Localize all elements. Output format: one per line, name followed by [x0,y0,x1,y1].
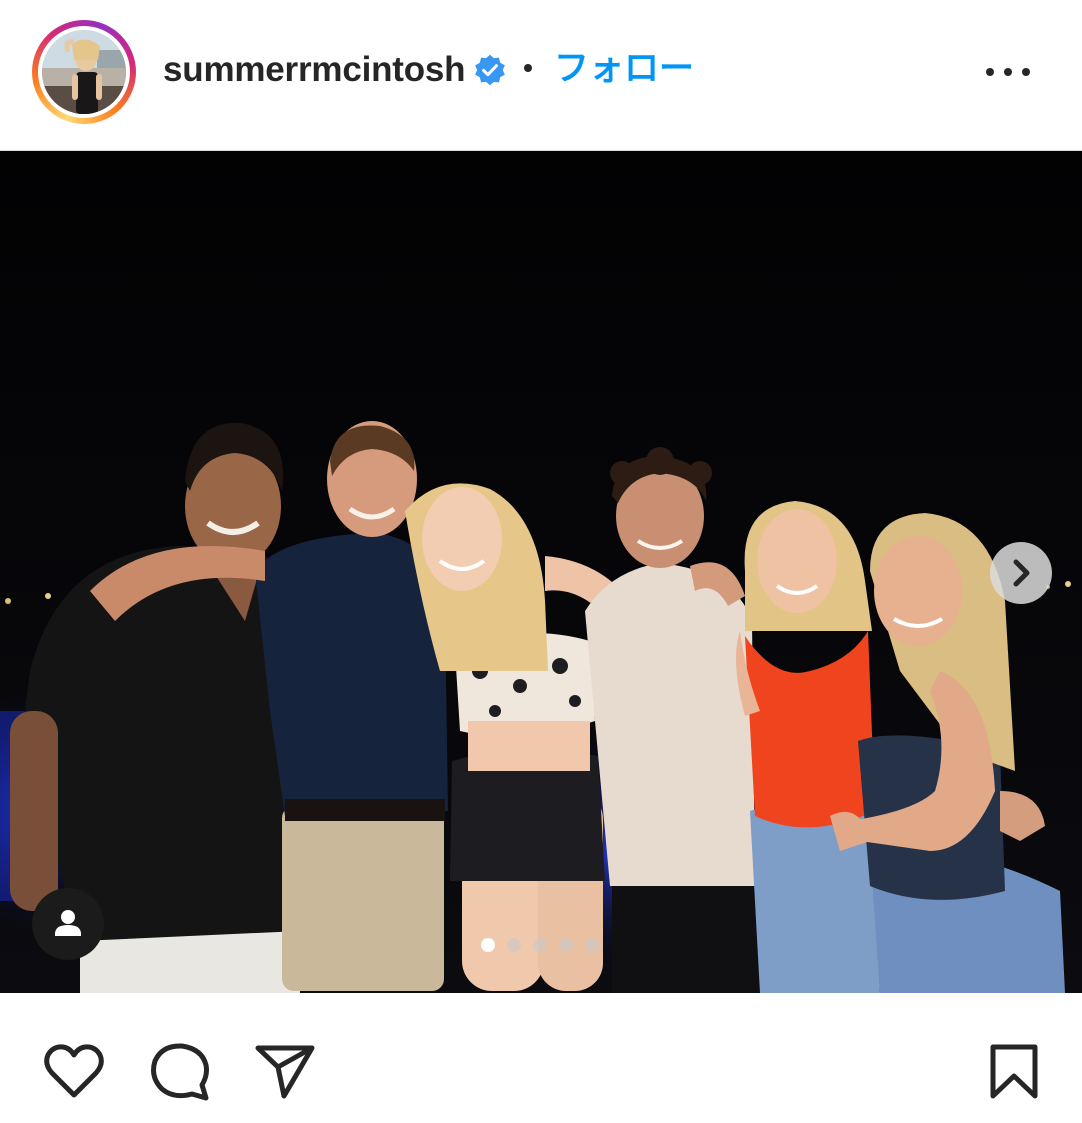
carousel-indicator [480,938,610,954]
post-header: summerrmcintosh フォロー [0,0,1082,150]
verified-badge-icon [475,54,505,86]
chevron-right-icon [1013,559,1030,587]
save-button[interactable] [988,1043,1040,1101]
carousel-next-button[interactable] [990,542,1052,604]
heart-icon [44,1044,104,1098]
follow-button[interactable]: フォロー [554,49,694,89]
story-ring[interactable] [32,20,136,124]
action-bar [0,993,1082,1123]
post-photo[interactable] [0,151,1082,993]
comment-icon [151,1043,209,1101]
avatar[interactable] [42,30,126,114]
carousel-dot [533,938,547,952]
carousel-dot [559,938,573,952]
username-link[interactable]: summerrmcintosh [163,50,466,90]
more-options-icon[interactable] [982,54,1034,88]
tagged-users-button[interactable] [32,888,104,960]
user-icon [55,910,81,936]
carousel-dot [481,938,495,952]
bookmark-icon [990,1044,1038,1099]
comment-button[interactable] [148,1041,212,1103]
carousel-dot [507,938,521,952]
separator-dot [524,64,532,72]
like-button[interactable] [42,1043,106,1101]
share-button[interactable] [254,1043,316,1101]
send-icon [255,1045,315,1099]
carousel-dot [585,938,599,952]
